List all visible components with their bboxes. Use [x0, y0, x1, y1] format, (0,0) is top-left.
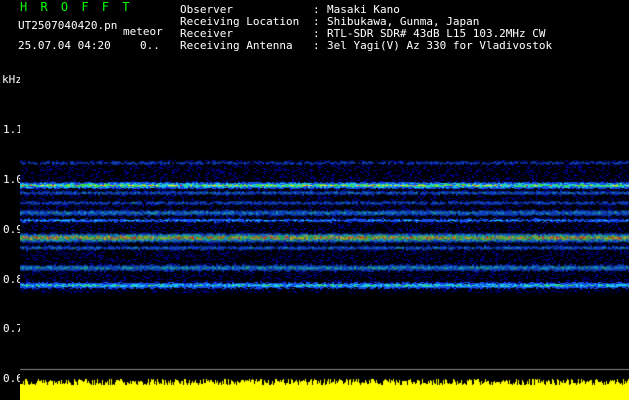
mode-label: meteor — [123, 25, 163, 38]
app-title: H R O F F T — [20, 0, 133, 14]
file-name: UT2507040420.pn — [18, 19, 118, 32]
info-sep: : — [313, 39, 320, 52]
noise-floor-bar — [20, 377, 629, 400]
info-label-antenna: Receiving Antenna — [180, 39, 293, 52]
spectrogram-plot — [20, 77, 629, 400]
unit-label: kHz — [2, 73, 22, 86]
datetime: 25.07.04 04:20 — [18, 39, 111, 52]
info-value-antenna: 3el Yagi(V) Az 330 for Vladivostok — [327, 39, 553, 52]
status-text: 0.. — [140, 39, 160, 52]
